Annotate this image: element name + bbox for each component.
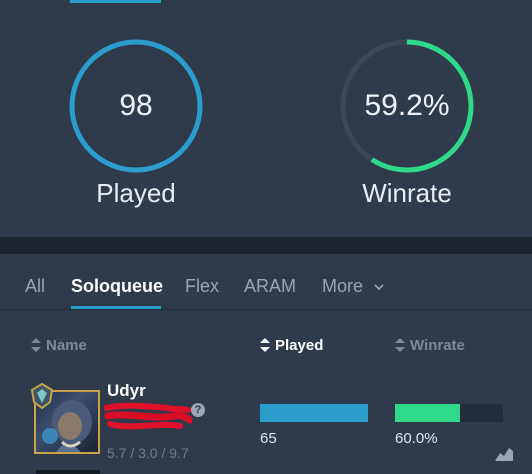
column-header-winrate[interactable]: Winrate	[395, 337, 465, 354]
tab-more-label: More	[322, 276, 364, 296]
played-bar-fill	[260, 404, 368, 422]
sort-icon	[395, 338, 405, 352]
winrate-stat: 59.2% Winrate	[337, 36, 477, 209]
played-label: Played	[96, 178, 176, 208]
column-header-played-label: Played	[275, 337, 324, 354]
winrate-bar-fill	[395, 404, 460, 422]
help-icon[interactable]: ?	[191, 403, 205, 417]
champions-panel: All Soloqueue Flex ARAM More Name Played…	[0, 254, 532, 474]
active-tab-underline	[71, 306, 161, 309]
next-row-portrait-edge	[36, 470, 100, 474]
column-header-played[interactable]: Played	[260, 337, 323, 354]
winrate-label: Winrate	[362, 178, 452, 208]
winrate-bar	[395, 404, 503, 422]
sort-icon	[260, 338, 270, 352]
played-bar	[260, 404, 368, 422]
queue-tabs: All Soloqueue Flex ARAM More	[0, 254, 532, 310]
kda-text: 5.7 / 3.0 / 9.7	[107, 445, 189, 461]
tab-all[interactable]: All	[25, 276, 45, 297]
played-count: 65	[260, 430, 277, 447]
tab-soloqueue[interactable]: Soloqueue	[71, 276, 163, 297]
winrate-value: 59.2%	[364, 89, 450, 122]
column-header-name-label: Name	[46, 337, 87, 354]
tab-flex[interactable]: Flex	[185, 276, 219, 297]
tab-aram[interactable]: ARAM	[244, 276, 296, 297]
tab-more[interactable]: More	[322, 276, 384, 297]
played-ring: 98	[66, 36, 206, 176]
winrate-percent: 60.0%	[395, 430, 438, 447]
table-row[interactable]: Udyr ? 5.7 / 3.0 / 9.7 65 60.0%	[0, 374, 532, 474]
stats-panel: 98 Played 59.2% Winrate	[0, 0, 532, 237]
champion-name[interactable]: Udyr	[107, 381, 146, 401]
chevron-down-icon	[374, 284, 384, 291]
column-header-name[interactable]: Name	[31, 337, 87, 354]
played-value: 98	[119, 89, 153, 122]
top-tab-indicator	[70, 0, 161, 3]
sort-icon	[31, 338, 41, 352]
rank-emblem-icon	[30, 382, 54, 410]
trend-chart-icon[interactable]	[494, 442, 514, 462]
column-header-winrate-label: Winrate	[410, 337, 465, 354]
winrate-ring: 59.2%	[337, 36, 477, 176]
redaction-scribble	[104, 402, 192, 430]
played-stat: 98 Played	[66, 36, 206, 209]
